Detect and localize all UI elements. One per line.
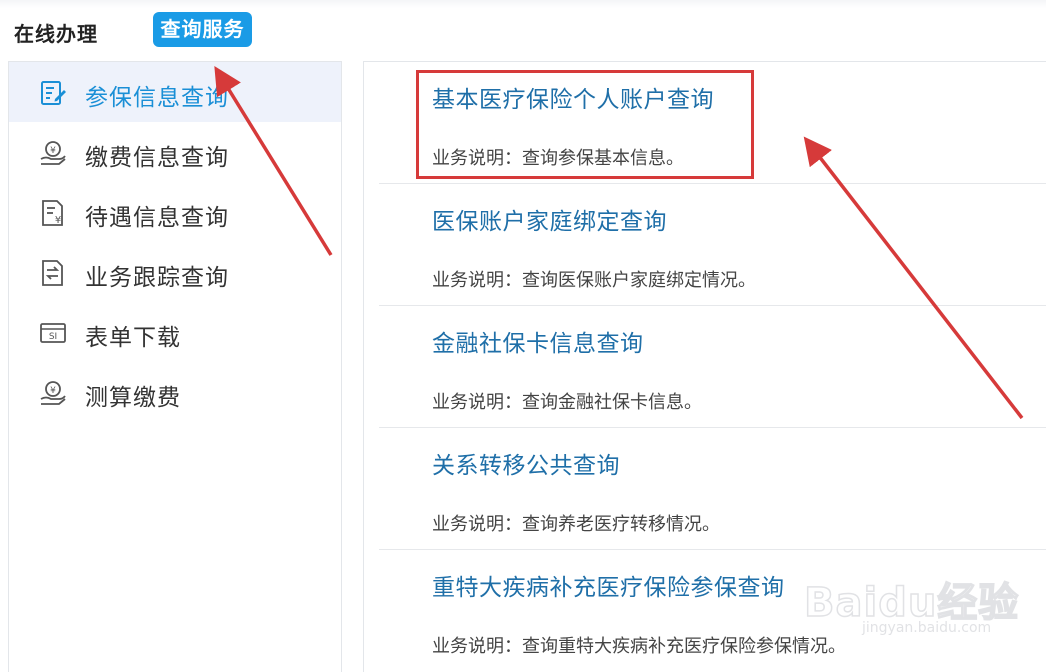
tab-online-service[interactable]: 在线办理 [14, 18, 98, 47]
si-card-icon: SI [40, 323, 66, 343]
top-nav-bar: 在线办理 查询服务 [0, 0, 1046, 60]
service-title[interactable]: 金融社保卡信息查询 [432, 324, 644, 358]
service-description: 业务说明：查询重特大疾病补充医疗保险参保情况。 [432, 636, 846, 657]
service-item-medical-personal-account[interactable]: 基本医疗保险个人账户查询 业务说明：查询参保基本信息。 [379, 62, 1046, 184]
service-title[interactable]: 关系转移公共查询 [432, 446, 620, 480]
svg-text:¥: ¥ [50, 386, 56, 396]
service-item-financial-ss-card[interactable]: 金融社保卡信息查询 业务说明：查询金融社保卡信息。 [379, 306, 1046, 428]
service-description: 业务说明：查询养老医疗转移情况。 [432, 514, 720, 535]
form-edit-icon [41, 81, 66, 105]
sidebar-item-label: 待遇信息查询 [85, 205, 229, 231]
svg-text:SI: SI [49, 332, 57, 342]
service-list: 基本医疗保险个人账户查询 业务说明：查询参保基本信息。 医保账户家庭绑定查询 业… [363, 61, 1046, 672]
service-item-family-binding[interactable]: 医保账户家庭绑定查询 业务说明：查询医保账户家庭绑定情况。 [379, 184, 1046, 306]
service-description: 业务说明：查询参保基本信息。 [432, 148, 684, 169]
service-description: 业务说明：查询金融社保卡信息。 [432, 392, 702, 413]
sidebar-item-payment-info-query[interactable]: ¥ 缴费信息查询 [9, 122, 341, 182]
hand-coin-icon: ¥ [40, 381, 66, 405]
transfer-arrows-icon [42, 260, 63, 286]
tab-query-service[interactable]: 查询服务 [153, 12, 252, 47]
sidebar-item-benefit-info-query[interactable]: ¥ 待遇信息查询 [9, 182, 341, 242]
service-title[interactable]: 医保账户家庭绑定查询 [432, 202, 667, 236]
sidebar-item-label: 缴费信息查询 [85, 145, 229, 171]
sidebar-item-label: 参保信息查询 [85, 85, 229, 111]
sidebar-menu: 参保信息查询 ¥ 缴费信息查询 ¥ 待遇信息查询 业务跟踪查询 SI 表单下载 … [8, 61, 342, 672]
sidebar-item-business-tracking-query[interactable]: 业务跟踪查询 [9, 242, 341, 302]
service-title[interactable]: 重特大疾病补充医疗保险参保查询 [432, 568, 785, 602]
sidebar-item-form-download[interactable]: SI 表单下载 [9, 302, 341, 362]
sidebar-item-payment-calculation[interactable]: ¥ 测算缴费 [9, 362, 341, 422]
document-yen-icon: ¥ [42, 200, 63, 226]
service-item-serious-illness-insurance[interactable]: 重特大疾病补充医疗保险参保查询 业务说明：查询重特大疾病补充医疗保险参保情况。 [379, 550, 1046, 671]
hand-coin-icon: ¥ [40, 141, 66, 165]
sidebar-item-label: 业务跟踪查询 [85, 265, 229, 291]
svg-text:¥: ¥ [55, 215, 61, 226]
service-description: 业务说明：查询医保账户家庭绑定情况。 [432, 270, 756, 291]
service-item-relationship-transfer[interactable]: 关系转移公共查询 业务说明：查询养老医疗转移情况。 [379, 428, 1046, 550]
sidebar-item-insured-info-query[interactable]: 参保信息查询 [9, 62, 341, 122]
svg-text:¥: ¥ [50, 146, 56, 156]
sidebar-item-label: 测算缴费 [85, 385, 181, 411]
service-title[interactable]: 基本医疗保险个人账户查询 [432, 80, 714, 114]
sidebar-item-label: 表单下载 [85, 325, 181, 351]
